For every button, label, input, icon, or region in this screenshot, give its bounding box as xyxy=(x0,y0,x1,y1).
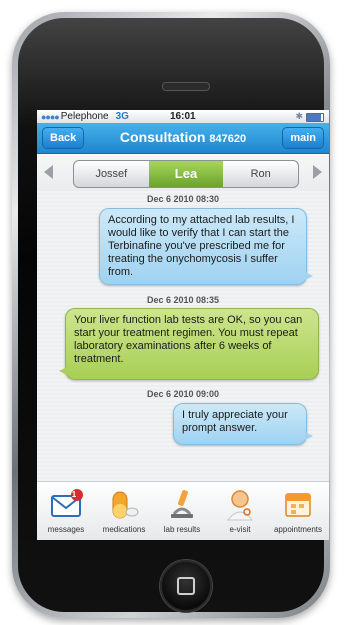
nav-medications[interactable]: medications xyxy=(95,484,153,534)
earpiece-speaker xyxy=(162,82,210,91)
bubble-tail xyxy=(59,367,67,375)
title-text: Consultation xyxy=(119,129,206,145)
bluetooth-icon: ✱ xyxy=(295,111,303,121)
bubble-tail xyxy=(305,272,313,280)
message-bubble-patient: I truly appreciate your prompt answer. xyxy=(173,403,313,445)
next-arrow-icon[interactable] xyxy=(313,165,322,179)
message-bubble-doctor: Your liver function lab tests are OK, so… xyxy=(59,308,319,380)
bottom-navigation: 1 messages medications lab results e-vis… xyxy=(37,481,329,540)
calendar-icon xyxy=(269,484,327,524)
carrier-name: Pelephone xyxy=(60,111,109,122)
message-text: Your liver function lab tests are OK, so… xyxy=(74,314,303,365)
nav-label: e-visit xyxy=(229,525,251,534)
battery-icon xyxy=(306,113,324,122)
active-tab-pointer xyxy=(181,187,191,188)
message-date: Dec 6 2010 08:30 xyxy=(146,194,220,204)
nav-label: messages xyxy=(47,525,85,534)
main-button[interactable]: main xyxy=(282,127,324,149)
bubble-tail xyxy=(305,432,313,440)
participant-tabs: Jossef Lea Ron xyxy=(73,160,299,188)
message-text: I truly appreciate your prompt answer. xyxy=(182,409,288,434)
tab-lea-label: Lea xyxy=(174,166,198,181)
tab-jossef[interactable]: Jossef xyxy=(74,161,149,187)
message-date: Dec 6 2010 09:00 xyxy=(146,389,220,399)
status-bar: ●●●● Pelephone 3G 16:01 ✱ xyxy=(37,110,329,123)
network-type: 3G xyxy=(115,111,129,122)
signal-strength-icon: ●●●● xyxy=(41,111,60,122)
nav-appointments[interactable]: appointments xyxy=(269,484,327,534)
microscope-icon xyxy=(153,484,211,524)
home-button[interactable] xyxy=(160,560,212,612)
app-screen: ●●●● Pelephone 3G 16:01 ✱ Back Consultat… xyxy=(37,110,329,540)
previous-arrow-icon[interactable] xyxy=(44,165,53,179)
message-badge: 1 xyxy=(71,490,77,499)
nav-label: appointments xyxy=(273,525,323,534)
message-text: According to my attached lab results, I … xyxy=(108,214,295,278)
participant-selector: Jossef Lea Ron xyxy=(37,154,329,192)
battery-level xyxy=(307,114,322,121)
tab-ron[interactable]: Ron xyxy=(223,161,298,187)
message-bubble-patient: According to my attached lab results, I … xyxy=(99,208,313,285)
doctor-icon xyxy=(211,484,269,524)
nav-lab-results[interactable]: lab results xyxy=(153,484,211,534)
home-square-icon xyxy=(177,577,195,595)
pill-icon xyxy=(95,484,153,524)
nav-label: lab results xyxy=(163,525,201,534)
envelope-icon: 1 xyxy=(37,484,95,524)
nav-label: medications xyxy=(102,525,146,534)
message-date: Dec 6 2010 08:35 xyxy=(146,295,220,305)
message-thread[interactable]: Dec 6 2010 08:30 According to my attache… xyxy=(37,191,329,481)
status-time: 16:01 xyxy=(170,111,196,122)
consultation-id: 847620 xyxy=(209,133,247,145)
nav-messages[interactable]: 1 messages xyxy=(37,484,95,534)
tab-lea[interactable]: Lea xyxy=(148,161,224,188)
navigation-bar: Back Consultation 847620 main xyxy=(37,123,329,154)
nav-e-visit[interactable]: e-visit xyxy=(211,484,269,534)
